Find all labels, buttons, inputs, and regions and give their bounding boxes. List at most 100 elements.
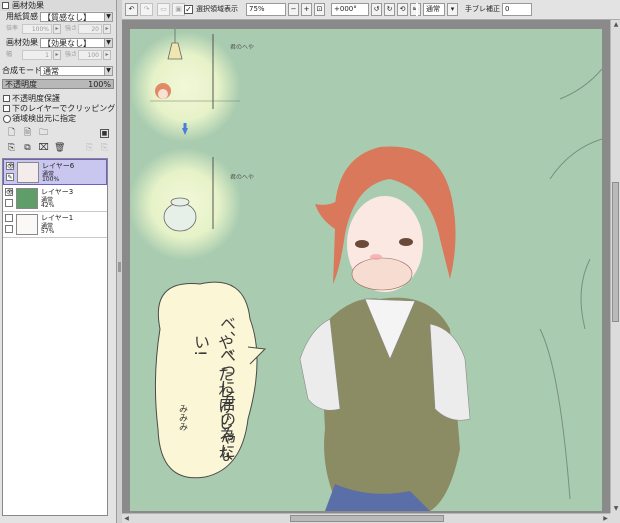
lock-box[interactable] [5,199,13,207]
splitter-grip[interactable] [118,262,121,272]
opacity-slider[interactable]: 不透明度 100% [2,79,114,89]
left-panel: 画材効果 用紙質感 【質感なし】 ▼ 倍率 100% ▸ 強さ 20 ▸ 画材効… [0,0,117,523]
material-effect-section[interactable]: 画材効果 [0,0,116,11]
material-effect-title: 画材効果 [12,1,44,10]
paper-scale-label: 倍率 [6,25,19,32]
material-strength-label: 強さ [65,51,78,58]
selection-display-label: 選択領域表示 [196,5,238,13]
material-width-value: 1 [45,52,49,59]
horizontal-scroll-thumb[interactable] [290,515,444,522]
material-width-field[interactable]: 1 [22,50,52,60]
layer-opacity: 100% [42,176,60,183]
new-layer-icon[interactable]: 🗋 [6,127,17,139]
merge-down-icon[interactable]: ⧉ [22,142,33,154]
paper-scale-value: 100% [31,26,49,33]
balloon-text-line2: や、たわけじゃない! [191,334,234,462]
rotation-value: +000° [334,5,357,13]
caption-bottom: 君のへや [230,173,254,181]
redo-icon[interactable]: ↷ [140,3,153,16]
layer-opacity: 57% [41,228,55,235]
opacity-row: 不透明度 100% [0,79,116,91]
chevron-down-icon: ▼ [104,13,112,21]
paper-strength-value: 20 [91,26,99,33]
layer-item[interactable]: レイヤー1 通常 57% [3,212,107,238]
paper-scale-field[interactable]: 100% [22,24,52,34]
paper-texture-select[interactable]: 【質感なし】 ▼ [40,12,113,22]
clear-layer-icon[interactable]: ⌧ [38,142,49,154]
layer-list[interactable]: 👁 ✎ レイヤー6 通常 100% 👁 レイヤー3 通常 42% レイヤー1 通… [2,158,108,516]
material-strength-spin[interactable]: ▸ [103,50,111,60]
paper-texture-label: 用紙質感 [6,12,38,21]
rotate-reset-icon[interactable]: ⟲ [397,3,408,16]
blend-mode-select[interactable]: 通常 ▼ [40,66,113,76]
zoom-out-icon[interactable]: − [288,3,299,16]
disabled-action-icon: ⎘ [85,143,94,153]
radio-circle[interactable] [3,115,11,123]
layer-item[interactable]: 👁 ✎ レイヤー6 通常 100% [3,159,107,185]
trash-icon[interactable]: 🗑 [54,142,65,154]
blend-mode-toolbar-select[interactable]: 通常 [423,3,445,16]
horizontal-scrollbar[interactable]: ◀ ▶ [122,513,610,523]
scroll-down-icon[interactable]: ▼ [611,504,620,513]
deselect-icon[interactable]: ▭ [157,3,170,16]
new-layer-set-icon[interactable]: 🗎 [22,127,33,139]
zoom-reset-icon[interactable]: ⊡ [314,3,325,16]
paper-texture-value: 【質感なし】 [43,13,91,22]
opacity-value: 100% [88,80,111,89]
visibility-box[interactable] [5,214,13,222]
paper-params-row: 倍率 100% ▸ 強さ 20 ▸ [0,23,116,35]
scroll-left-icon[interactable]: ◀ [122,514,131,523]
disabled-action-icon: ⎘ [100,143,109,153]
layer-toolbar-top: 🗋 🗎 🗀 ■ [4,126,112,140]
paper-strength-label: 強さ [65,25,78,32]
clipping-label: 下のレイヤーでクリッピング [12,104,116,113]
material-width-spin[interactable]: ▸ [53,50,61,60]
paper-scale-spin[interactable]: ▸ [53,24,61,34]
material-strength-field[interactable]: 100 [78,50,102,60]
blend-mode-value: 通常 [43,67,59,76]
layer-item[interactable]: 👁 レイヤー3 通常 42% [3,186,107,212]
lock-box[interactable] [5,225,13,233]
selection-source-radio[interactable]: 領域検出元に指定 [0,114,116,124]
material-effect-select[interactable]: 【効果なし】 ▼ [40,38,113,48]
new-folder-icon[interactable]: 🗀 [38,127,49,139]
layer-opacity: 42% [41,202,55,209]
chevron-down-icon: ▼ [104,67,112,75]
paper-strength-field[interactable]: 20 [78,24,102,34]
scroll-up-icon[interactable]: ▲ [611,20,620,29]
undo-icon[interactable]: ↶ [125,3,138,16]
vertical-scroll-thumb[interactable] [612,182,619,322]
scroll-right-icon[interactable]: ▶ [601,514,610,523]
layer-toolbar-bottom: ⎘ ⧉ ⌧ 🗑 ⎘ ⎘ [4,141,112,155]
paper-strength-spin[interactable]: ▸ [103,24,111,34]
layer-thumbnail [17,162,39,183]
girl-hands [351,257,413,291]
rotate-right-icon[interactable]: ↻ [384,3,395,16]
zoom-in-icon[interactable]: + [301,3,312,16]
stabilizer-select[interactable]: 0 [502,3,532,16]
eye-icon[interactable]: 👁 [6,162,15,170]
material-width-label: 幅 [6,51,13,58]
rotation-select[interactable]: +000° [331,3,369,16]
caption-top: 君のへや [230,43,254,51]
ghost-bag [163,202,197,232]
clipping-checkbox[interactable]: 下のレイヤーでクリッピング [0,104,116,114]
checkbox-box[interactable] [3,105,10,112]
zoom-select[interactable]: 75% [246,3,286,16]
brush-icon[interactable]: ✎ [6,173,14,181]
stabilizer-label: 手ブレ補正 [465,5,500,13]
material-effect-row: 画材効果 【効果なし】 ▼ [0,37,116,49]
eye-icon[interactable]: 👁 [5,188,14,196]
balloon-signature: みみみ [177,404,187,431]
transfer-down-icon[interactable]: ⎘ [6,142,17,154]
checkbox-box[interactable] [3,95,10,102]
protect-opacity-checkbox[interactable]: 不透明度保護 [0,94,116,104]
chevron-down-icon[interactable]: ▾ [447,3,458,16]
vertical-scrollbar[interactable]: ▲ ▼ [610,20,620,513]
collapse-box[interactable] [2,2,9,9]
drawing-canvas[interactable]: 君のへや 君のへや ベ、べつに君の為に や、たわけじゃない! みみみ [130,29,602,511]
layer-panel-menu-icon[interactable]: ■ [100,129,109,138]
rotate-left-icon[interactable]: ↺ [371,3,382,16]
selection-display-checkbox[interactable]: ✓ [184,5,193,14]
girl-sleeve-right [429,323,471,421]
